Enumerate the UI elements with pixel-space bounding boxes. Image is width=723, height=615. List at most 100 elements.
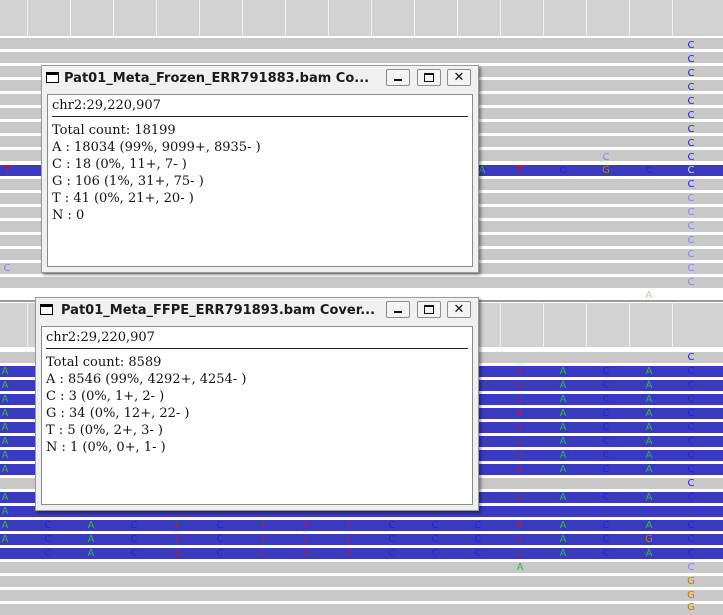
window-icon (46, 72, 59, 83)
base-a: A (645, 380, 653, 391)
base-c: C (602, 548, 610, 559)
base-c: C (687, 534, 695, 545)
popup-titlebar[interactable]: Pat01_Meta_Frozen_ERR791883.bam Co... ✕ (42, 66, 478, 92)
base-c: C (602, 422, 610, 433)
popup-content: chr2:29,220,907 Total count: 18199 A : 1… (47, 94, 473, 267)
base-g: G (687, 576, 695, 587)
close-button[interactable]: ✕ (447, 301, 471, 318)
popup-content: chr2:29,220,907 Total count: 8589 A : 85… (41, 326, 473, 505)
base-c: C (687, 450, 695, 461)
base-c: C (687, 492, 695, 503)
locus-text: chr2:29,220,907 (52, 98, 161, 113)
minimize-button[interactable] (386, 69, 410, 86)
base-c: C (687, 520, 695, 531)
base-c: C (687, 124, 695, 135)
base-c: C (687, 277, 695, 288)
selected-read-row[interactable] (0, 534, 723, 545)
base-t: T (345, 520, 353, 531)
base-c: C (687, 221, 695, 232)
maximize-button[interactable] (417, 69, 441, 86)
base-c: C (44, 520, 52, 531)
base-a: A (559, 394, 567, 405)
popup-title: Pat01_Meta_FFPE_ERR791893.bam Cover... (61, 303, 376, 318)
base-t: T (516, 492, 524, 503)
base-t: T (516, 165, 524, 176)
read-row[interactable] (0, 52, 723, 63)
base-t: T (516, 520, 524, 531)
read-row[interactable] (0, 590, 723, 601)
base-t: T (259, 534, 267, 545)
base-a: A (559, 436, 567, 447)
base-a: A (645, 422, 653, 433)
base-c: C (687, 54, 695, 65)
base-c: C (602, 520, 610, 531)
read-row[interactable] (0, 576, 723, 587)
base-c: C (687, 179, 695, 190)
base-a: A (1, 366, 9, 377)
base-a: A (645, 394, 653, 405)
base-t: T (259, 548, 267, 559)
coverage-popup-ffpe[interactable]: Pat01_Meta_FFPE_ERR791893.bam Cover... ✕… (35, 297, 479, 511)
base-c: C (216, 548, 224, 559)
base-t: T (516, 548, 524, 559)
base-c: C (687, 165, 695, 176)
coverage-popup-frozen[interactable]: Pat01_Meta_Frozen_ERR791883.bam Co... ✕ … (41, 65, 479, 273)
base-c: C (474, 520, 482, 531)
read-row[interactable] (0, 562, 723, 573)
base-c: C (687, 352, 695, 363)
base-c: C (431, 520, 439, 531)
base-t: T (302, 520, 310, 531)
read-row[interactable] (0, 38, 723, 49)
count-c: C : 3 (0%, 1+, 2- ) (46, 389, 165, 404)
base-c: C (602, 380, 610, 391)
close-button[interactable]: ✕ (447, 69, 471, 86)
maximize-button[interactable] (417, 301, 441, 318)
base-c: C (687, 207, 695, 218)
base-c: C (687, 394, 695, 405)
base-t: T (516, 408, 524, 419)
base-a: A (645, 408, 653, 419)
base-a: A (1, 506, 9, 517)
base-a: A (559, 408, 567, 419)
base-c: C (431, 534, 439, 545)
base-c: C (602, 366, 610, 377)
base-t: T (516, 464, 524, 475)
base-c: C (687, 478, 695, 489)
base-c: C (687, 548, 695, 559)
count-n: N : 0 (52, 208, 85, 223)
base-c: C (559, 165, 567, 176)
base-a: A (87, 520, 95, 531)
top-ruler-grid (0, 0, 723, 36)
base-c: C (687, 110, 695, 121)
base-t: T (345, 534, 353, 545)
selected-read-row[interactable] (0, 520, 723, 531)
base-c: C (687, 249, 695, 260)
close-icon: ✕ (453, 70, 465, 85)
selected-read-row[interactable] (0, 548, 723, 559)
base-a: A (645, 520, 653, 531)
read-row[interactable] (0, 277, 723, 288)
base-a: A (645, 464, 653, 475)
minimize-icon (394, 311, 402, 313)
base-t: T (173, 548, 181, 559)
base-a: A (559, 464, 567, 475)
base-a: A (645, 548, 653, 559)
minimize-button[interactable] (386, 301, 410, 318)
popup-titlebar[interactable]: Pat01_Meta_FFPE_ERR791893.bam Cover... ✕ (36, 298, 478, 324)
base-c: C (687, 464, 695, 475)
base-c: C (130, 548, 138, 559)
base-c: C (687, 263, 695, 274)
base-a: A (1, 394, 9, 405)
base-c: C (602, 394, 610, 405)
base-a: A (559, 366, 567, 377)
base-a: A (559, 534, 567, 545)
base-c: C (687, 366, 695, 377)
base-c: C (687, 40, 695, 51)
base-t: T (173, 534, 181, 545)
base-t: T (345, 548, 353, 559)
base-t: T (516, 366, 524, 377)
base-a: A (559, 422, 567, 433)
base-t: T (516, 380, 524, 391)
base-c: C (388, 534, 396, 545)
count-a: A : 18034 (99%, 9099+, 8935- ) (52, 140, 261, 155)
